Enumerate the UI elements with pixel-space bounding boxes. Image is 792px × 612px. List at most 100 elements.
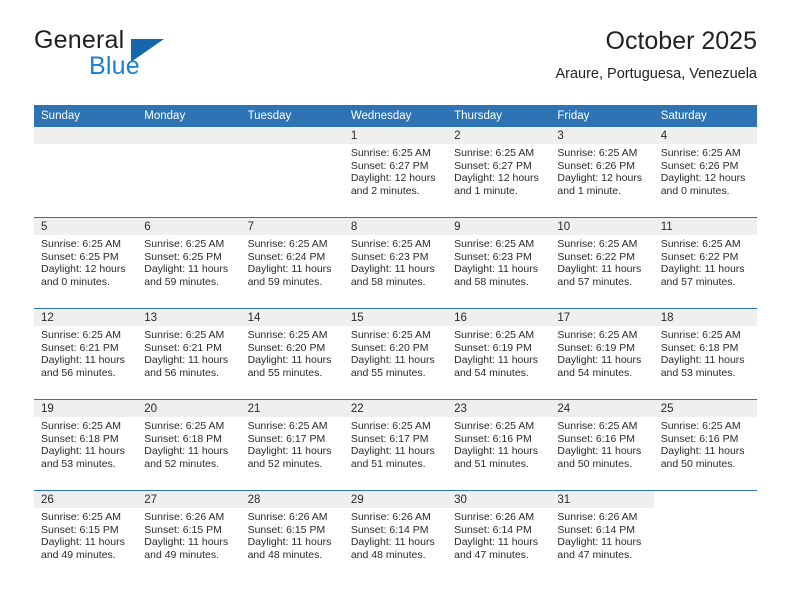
calendar-week-row: 5 Sunrise: 6:25 AM Sunset: 6:25 PM Daylight… xyxy=(34,217,757,309)
sunset-text: Sunset: 6:19 PM xyxy=(557,341,636,354)
calendar-day-cell[interactable]: 6 Sunrise: 6:25 AM Sunset: 6:25 PM Daylight… xyxy=(137,217,241,309)
daylight-text-line2: and 52 minutes. xyxy=(247,457,323,470)
calendar-day-cell[interactable]: 29 Sunrise: 6:26 AM Sunset: 6:14 PM Dayligh… xyxy=(343,490,448,581)
sunrise-text: Sunrise: 6:25 AM xyxy=(144,329,225,341)
calendar-week-row: 26 Sunrise: 6:25 AM Sunset: 6:15 PM Dayligh… xyxy=(34,490,757,581)
day-info: Sunrise: 6:25 AM Sunset: 6:23 PM Daylight:… xyxy=(447,235,550,288)
sunset-text: Sunset: 6:26 PM xyxy=(660,159,739,172)
daylight-text-line2: and 51 minutes. xyxy=(454,457,529,470)
calendar-day-cell[interactable]: 15 Sunrise: 6:25 AM Sunset: 6:20 PM Dayligh… xyxy=(343,308,448,400)
sunset-text: Sunset: 6:22 PM xyxy=(557,250,636,263)
day-info: Sunrise: 6:25 AM Sunset: 6:18 PM Daylight:… xyxy=(654,326,757,379)
day-info: Sunrise: 6:25 AM Sunset: 6:22 PM Daylight:… xyxy=(550,235,653,288)
calendar-day-cell[interactable]: 8 Sunrise: 6:25 AM Sunset: 6:23 PM Daylight… xyxy=(343,217,448,309)
calendar-day-cell[interactable]: 4 Sunrise: 6:25 AM Sunset: 6:26 PM Daylight… xyxy=(653,127,757,218)
daylight-text-line1: Daylight: 11 hours xyxy=(557,445,642,458)
day-number: 5 xyxy=(34,218,138,235)
sunset-text: Sunset: 6:16 PM xyxy=(660,432,739,445)
sunset-text: Sunset: 6:22 PM xyxy=(660,250,739,263)
sunrise-text: Sunrise: 6:25 AM xyxy=(557,329,638,341)
daylight-text-line1: Daylight: 11 hours xyxy=(454,536,538,549)
calendar-day-cell[interactable]: 30 Sunrise: 6:26 AM Sunset: 6:14 PM Dayligh… xyxy=(447,490,551,581)
daylight-text-line1: Daylight: 11 hours xyxy=(557,536,642,549)
daylight-text-line1: Daylight: 11 hours xyxy=(660,445,745,458)
day-info: Sunrise: 6:25 AM Sunset: 6:17 PM Daylight:… xyxy=(344,417,447,470)
calendar-day-cell[interactable]: 26 Sunrise: 6:25 AM Sunset: 6:15 PM Dayligh… xyxy=(34,490,138,581)
brand-logo[interactable]: General Blue xyxy=(34,26,264,88)
day-info: Sunrise: 6:25 AM Sunset: 6:27 PM Daylight:… xyxy=(447,144,550,197)
daylight-text-line2: and 50 minutes. xyxy=(557,457,633,470)
sunset-text: Sunset: 6:27 PM xyxy=(454,159,532,172)
daylight-text-line2: and 47 minutes. xyxy=(454,548,529,561)
calendar-day-cell[interactable]: 17 Sunrise: 6:25 AM Sunset: 6:19 PM Dayligh… xyxy=(550,308,654,400)
daylight-text-line1: Daylight: 11 hours xyxy=(454,445,538,458)
daylight-text-line1: Daylight: 11 hours xyxy=(557,263,642,276)
weekday-header-thursday: Thursday xyxy=(447,105,551,127)
sunset-text: Sunset: 6:23 PM xyxy=(454,250,532,263)
calendar-day-cell[interactable]: 12 Sunrise: 6:25 AM Sunset: 6:21 PM Dayligh… xyxy=(34,308,138,400)
day-info: Sunrise: 6:25 AM Sunset: 6:26 PM Daylight:… xyxy=(550,144,653,197)
calendar-day-cell[interactable]: 3 Sunrise: 6:25 AM Sunset: 6:26 PM Daylight… xyxy=(550,127,654,218)
day-number xyxy=(240,127,344,144)
weekday-header-row: Sunday Monday Tuesday Wednesday Thursday… xyxy=(34,105,757,127)
calendar-day-cell[interactable]: 16 Sunrise: 6:25 AM Sunset: 6:19 PM Dayligh… xyxy=(447,308,551,400)
sunrise-text: Sunrise: 6:25 AM xyxy=(557,238,638,250)
day-number: 31 xyxy=(550,491,654,508)
calendar-day-cell[interactable]: 10 Sunrise: 6:25 AM Sunset: 6:22 PM Dayligh… xyxy=(550,217,654,309)
daylight-text-line2: and 53 minutes. xyxy=(660,366,736,379)
calendar-day-cell[interactable]: 13 Sunrise: 6:25 AM Sunset: 6:21 PM Dayligh… xyxy=(137,308,241,400)
calendar-cell-empty xyxy=(137,127,241,218)
calendar-day-cell[interactable]: 2 Sunrise: 6:25 AM Sunset: 6:27 PM Daylight… xyxy=(447,127,551,218)
daylight-text-line2: and 58 minutes. xyxy=(350,275,426,288)
daylight-text-line2: and 50 minutes. xyxy=(660,457,736,470)
day-number: 16 xyxy=(447,309,551,326)
day-info: Sunrise: 6:26 AM Sunset: 6:15 PM Daylight:… xyxy=(137,508,240,561)
day-number xyxy=(34,127,138,144)
day-number: 24 xyxy=(550,400,654,417)
calendar-day-cell[interactable]: 31 Sunrise: 6:26 AM Sunset: 6:14 PM Dayligh… xyxy=(550,490,654,581)
calendar-cell-empty xyxy=(240,127,344,218)
sunrise-text: Sunrise: 6:25 AM xyxy=(41,238,121,250)
calendar-day-cell[interactable]: 21 Sunrise: 6:25 AM Sunset: 6:17 PM Dayligh… xyxy=(240,399,344,491)
sunset-text: Sunset: 6:21 PM xyxy=(144,341,222,354)
daylight-text-line2: and 58 minutes. xyxy=(454,275,529,288)
calendar-day-cell[interactable]: 5 Sunrise: 6:25 AM Sunset: 6:25 PM Daylight… xyxy=(34,217,138,309)
calendar-day-cell[interactable]: 19 Sunrise: 6:25 AM Sunset: 6:18 PM Dayligh… xyxy=(34,399,138,491)
daylight-text-line2: and 0 minutes. xyxy=(660,184,730,197)
calendar-day-cell[interactable]: 14 Sunrise: 6:25 AM Sunset: 6:20 PM Dayligh… xyxy=(240,308,344,400)
sunset-text: Sunset: 6:25 PM xyxy=(144,250,222,263)
day-number: 29 xyxy=(343,491,448,508)
calendar-day-cell[interactable]: 18 Sunrise: 6:25 AM Sunset: 6:18 PM Dayligh… xyxy=(653,308,757,400)
calendar-day-cell[interactable]: 24 Sunrise: 6:25 AM Sunset: 6:16 PM Dayligh… xyxy=(550,399,654,491)
day-info: Sunrise: 6:25 AM Sunset: 6:22 PM Daylight:… xyxy=(654,235,757,288)
calendar-day-cell[interactable]: 7 Sunrise: 6:25 AM Sunset: 6:24 PM Daylight… xyxy=(240,217,344,309)
calendar-day-cell[interactable]: 28 Sunrise: 6:26 AM Sunset: 6:15 PM Dayligh… xyxy=(240,490,344,581)
daylight-text-line2: and 59 minutes. xyxy=(247,275,323,288)
day-number: 27 xyxy=(137,491,241,508)
calendar-day-cell[interactable]: 9 Sunrise: 6:25 AM Sunset: 6:23 PM Daylight… xyxy=(447,217,551,309)
calendar-day-cell[interactable]: 1 Sunrise: 6:25 AM Sunset: 6:27 PM Daylight… xyxy=(343,127,448,218)
daylight-text-line2: and 48 minutes. xyxy=(350,548,426,561)
calendar-day-cell[interactable]: 23 Sunrise: 6:25 AM Sunset: 6:16 PM Dayligh… xyxy=(447,399,551,491)
day-number xyxy=(137,127,241,144)
daylight-text-line2: and 54 minutes. xyxy=(454,366,529,379)
day-number: 10 xyxy=(550,218,654,235)
day-info: Sunrise: 6:25 AM Sunset: 6:23 PM Daylight:… xyxy=(344,235,447,288)
daylight-text-line2: and 57 minutes. xyxy=(660,275,736,288)
sunrise-text: Sunrise: 6:25 AM xyxy=(660,420,741,432)
daylight-text-line2: and 51 minutes. xyxy=(350,457,426,470)
page-title: October 2025 xyxy=(605,27,758,55)
daylight-text-line2: and 2 minutes. xyxy=(350,184,420,197)
calendar-day-cell[interactable]: 11 Sunrise: 6:25 AM Sunset: 6:22 PM Dayligh… xyxy=(653,217,757,309)
daylight-text-line2: and 1 minute. xyxy=(557,184,622,197)
calendar-day-cell[interactable]: 20 Sunrise: 6:25 AM Sunset: 6:18 PM Dayligh… xyxy=(137,399,241,491)
day-number: 4 xyxy=(653,127,757,144)
weekday-header-tuesday: Tuesday xyxy=(240,105,344,127)
calendar-week-row: 12 Sunrise: 6:25 AM Sunset: 6:21 PM Dayligh… xyxy=(34,308,757,400)
sunrise-text: Sunrise: 6:25 AM xyxy=(557,420,638,432)
calendar-day-cell[interactable]: 25 Sunrise: 6:25 AM Sunset: 6:16 PM Dayligh… xyxy=(653,399,757,491)
day-number: 2 xyxy=(447,127,551,144)
calendar-day-cell[interactable]: 22 Sunrise: 6:25 AM Sunset: 6:17 PM Dayligh… xyxy=(343,399,448,491)
daylight-text-line1: Daylight: 11 hours xyxy=(247,263,332,276)
calendar-day-cell[interactable]: 27 Sunrise: 6:26 AM Sunset: 6:15 PM Dayligh… xyxy=(137,490,241,581)
